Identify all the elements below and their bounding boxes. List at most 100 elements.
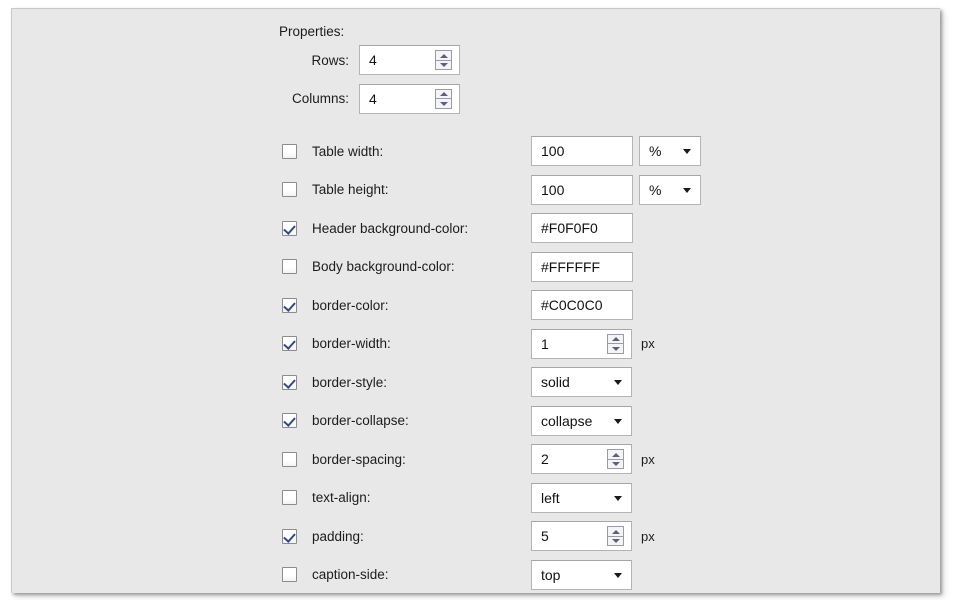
unit-select[interactable]: % (639, 136, 701, 166)
triangle-up-icon (440, 54, 448, 58)
value-unit-group: 100% (531, 175, 701, 205)
property-checkbox[interactable] (282, 375, 297, 390)
dimension-row: Columns:4 (267, 80, 737, 119)
spinner-buttons[interactable] (607, 334, 624, 354)
property-checkbox[interactable] (282, 182, 297, 197)
triangle-down-icon (612, 347, 620, 351)
property-row: text-align:left (267, 479, 737, 518)
property-label: Table width: (299, 144, 531, 159)
unit-value: % (649, 143, 661, 159)
value-unit-group: 5px (531, 521, 655, 551)
property-checkbox[interactable] (282, 298, 297, 313)
property-checkbox[interactable] (282, 452, 297, 467)
property-checkbox-cell[interactable] (267, 298, 299, 313)
spinner-down-button[interactable] (608, 536, 623, 546)
property-text-input[interactable]: #F0F0F0 (531, 213, 633, 243)
chevron-down-icon (614, 496, 622, 501)
property-spinner-input[interactable]: 2 (531, 444, 632, 474)
value-unit-group: 2px (531, 444, 655, 474)
property-value: 1 (541, 336, 549, 352)
property-row: caption-side: top (267, 556, 737, 594)
spinner-buttons[interactable] (607, 526, 624, 546)
dimension-row: Rows:4 (267, 41, 737, 80)
spinner-buttons[interactable] (607, 449, 624, 469)
property-checkbox-cell[interactable] (267, 144, 299, 159)
property-value: 100 (541, 143, 564, 159)
property-row: border-collapse:collapse (267, 402, 737, 441)
dimension-spinner-input[interactable]: 4 (359, 45, 460, 75)
property-row: Body background-color:#FFFFFF (267, 248, 737, 287)
unit-label: px (632, 529, 655, 544)
property-value: 2 (541, 451, 549, 467)
property-row: Table width:100% (267, 132, 737, 171)
property-select[interactable]: solid (531, 367, 632, 397)
spinner-buttons[interactable] (435, 50, 452, 70)
property-checkbox-cell[interactable] (267, 259, 299, 274)
spinner-down-button[interactable] (436, 60, 451, 70)
spinner-buttons[interactable] (435, 89, 452, 109)
property-checkbox[interactable] (282, 413, 297, 428)
property-text-input[interactable]: #C0C0C0 (531, 290, 633, 320)
property-value: top (541, 567, 560, 583)
spinner-up-button[interactable] (608, 527, 623, 536)
property-row: border-width: 1 px (267, 325, 737, 364)
value-unit-group: 100% (531, 136, 701, 166)
property-label: border-style: (299, 375, 531, 390)
property-checkbox-cell[interactable] (267, 413, 299, 428)
triangle-up-icon (612, 337, 620, 341)
property-label: padding: (299, 529, 531, 544)
property-checkbox[interactable] (282, 336, 297, 351)
property-checkbox-cell[interactable] (267, 336, 299, 351)
property-checkbox[interactable] (282, 221, 297, 236)
property-checkbox-cell[interactable] (267, 567, 299, 582)
triangle-down-icon (440, 63, 448, 67)
property-row: Header background-color: #F0F0F0 (267, 209, 737, 248)
spinner-down-button[interactable] (608, 459, 623, 469)
property-label: text-align: (299, 490, 531, 505)
property-checkbox-cell[interactable] (267, 221, 299, 236)
property-checkbox[interactable] (282, 144, 297, 159)
spinner-up-button[interactable] (436, 51, 451, 60)
property-label: caption-side: (299, 567, 531, 582)
property-text-input[interactable]: #FFFFFF (531, 252, 633, 282)
property-select[interactable]: top (531, 560, 632, 590)
property-checkbox-cell[interactable] (267, 375, 299, 390)
property-checkbox[interactable] (282, 567, 297, 582)
property-select[interactable]: collapse (531, 406, 632, 436)
spinner-down-button[interactable] (608, 343, 623, 353)
property-spinner-input[interactable]: 1 (531, 329, 632, 359)
dimension-value: 4 (369, 52, 377, 68)
property-checkbox-cell[interactable] (267, 182, 299, 197)
properties-form: Properties: Rows:4Columns:4 Table width:… (267, 9, 737, 593)
property-row: border-style:solid (267, 363, 737, 402)
property-checkbox-cell[interactable] (267, 452, 299, 467)
unit-label: px (632, 336, 655, 351)
spinner-down-button[interactable] (436, 98, 451, 108)
dimension-rows-group: Rows:4Columns:4 (267, 41, 737, 118)
spinner-up-button[interactable] (436, 90, 451, 99)
property-row: border-spacing:2px (267, 440, 737, 479)
property-checkbox[interactable] (282, 529, 297, 544)
property-checkbox[interactable] (282, 490, 297, 505)
properties-heading: Properties: (267, 9, 737, 41)
property-label: Table height: (299, 182, 531, 197)
property-label: border-width: (299, 336, 531, 351)
property-select[interactable]: left (531, 483, 632, 513)
property-row: Table height:100% (267, 171, 737, 210)
property-value: #F0F0F0 (541, 220, 598, 236)
property-label: border-collapse: (299, 413, 531, 428)
property-text-input[interactable]: 100 (531, 136, 633, 166)
unit-select[interactable]: % (639, 175, 701, 205)
property-checkbox[interactable] (282, 259, 297, 274)
property-text-input[interactable]: 100 (531, 175, 633, 205)
triangle-up-icon (440, 92, 448, 96)
dimension-value: 4 (369, 91, 377, 107)
property-row: border-color:#C0C0C0 (267, 286, 737, 325)
dimension-spinner-input[interactable]: 4 (359, 84, 460, 114)
property-checkbox-cell[interactable] (267, 529, 299, 544)
property-checkbox-cell[interactable] (267, 490, 299, 505)
property-spinner-input[interactable]: 5 (531, 521, 632, 551)
property-label: Header background-color: (299, 221, 531, 236)
spinner-up-button[interactable] (608, 450, 623, 459)
spinner-up-button[interactable] (608, 335, 623, 344)
